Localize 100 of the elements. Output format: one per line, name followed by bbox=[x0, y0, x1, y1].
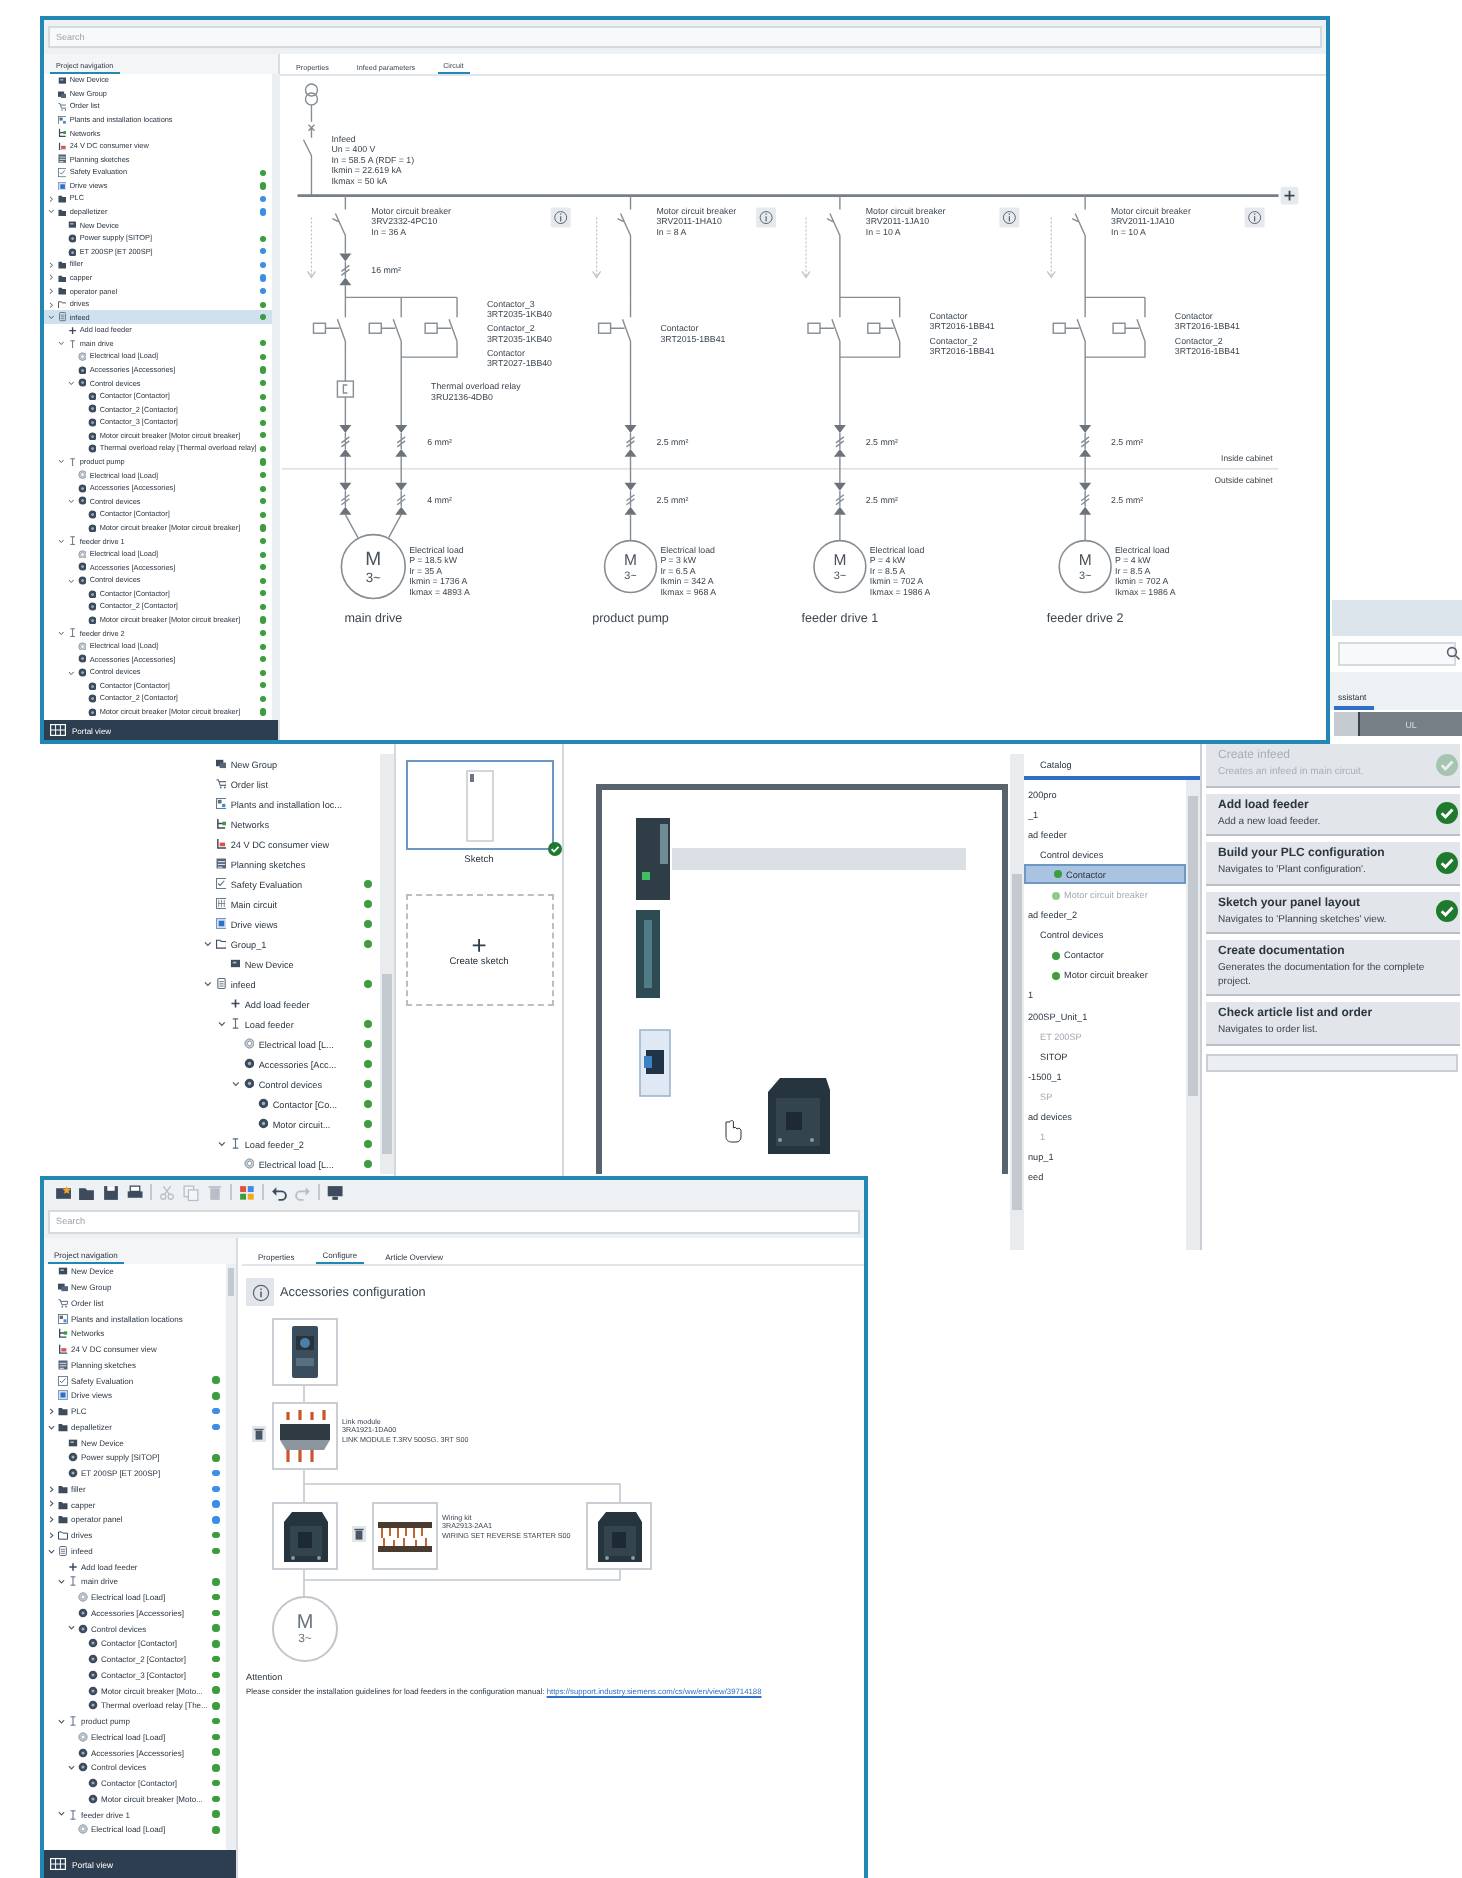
screen-icon bbox=[58, 1390, 68, 1401]
title-bar bbox=[1332, 600, 1462, 636]
contactor-image[interactable] bbox=[586, 1502, 652, 1570]
floor-plan-icon bbox=[57, 115, 67, 125]
chevron-icon[interactable] bbox=[218, 1020, 226, 1028]
feeder-icon bbox=[229, 1018, 241, 1030]
chevron-icon[interactable] bbox=[48, 1547, 55, 1555]
print-button[interactable] bbox=[126, 1183, 144, 1201]
chevron-icon[interactable] bbox=[218, 1140, 226, 1148]
apps-button[interactable] bbox=[238, 1183, 256, 1201]
network-icon bbox=[57, 128, 67, 138]
chevron-icon[interactable] bbox=[48, 1531, 55, 1539]
delete-button[interactable] bbox=[352, 1526, 366, 1542]
cart-icon bbox=[57, 102, 67, 112]
chevron-icon[interactable] bbox=[68, 498, 75, 505]
info-button[interactable] bbox=[756, 207, 777, 228]
chevron-icon[interactable] bbox=[48, 1485, 55, 1493]
feeder-icon bbox=[68, 1716, 78, 1727]
search-icon bbox=[1446, 646, 1460, 660]
ring-icon bbox=[243, 1038, 255, 1050]
cpu-module[interactable] bbox=[636, 818, 670, 900]
feeder-icon bbox=[67, 628, 77, 638]
link-module-image[interactable] bbox=[272, 1402, 338, 1470]
plus-icon bbox=[68, 1561, 78, 1572]
chevron-icon[interactable] bbox=[58, 340, 65, 347]
open-button[interactable] bbox=[78, 1183, 96, 1201]
chevron-icon[interactable] bbox=[48, 301, 55, 308]
devices-icon bbox=[58, 1282, 68, 1293]
scrollbar[interactable] bbox=[1010, 754, 1024, 1250]
floor-plan-icon bbox=[58, 1313, 68, 1324]
device-icon bbox=[57, 75, 67, 86]
connector-line bbox=[303, 1385, 305, 1403]
scrollbar[interactable] bbox=[1186, 780, 1200, 1250]
scrollbar[interactable] bbox=[226, 1264, 236, 1850]
chevron-icon[interactable] bbox=[58, 1810, 65, 1818]
info-button[interactable] bbox=[1244, 207, 1265, 228]
ring-icon bbox=[243, 1158, 255, 1170]
wiring-kit-image[interactable] bbox=[372, 1502, 438, 1570]
chevron-icon[interactable] bbox=[48, 1407, 55, 1415]
plus-icon bbox=[67, 325, 77, 336]
sketch-icon bbox=[215, 858, 227, 870]
sketch-icon bbox=[58, 1359, 68, 1370]
undo-button[interactable] bbox=[270, 1183, 288, 1201]
ring-icon bbox=[78, 1824, 88, 1835]
monitor-button[interactable] bbox=[326, 1183, 344, 1201]
plus-button[interactable] bbox=[1280, 186, 1299, 205]
feeder-icon bbox=[67, 536, 77, 546]
info-icon bbox=[246, 1278, 274, 1306]
power-icon bbox=[58, 1344, 68, 1355]
ring-icon bbox=[78, 1731, 88, 1742]
info-button[interactable] bbox=[999, 207, 1020, 228]
chevron-icon[interactable] bbox=[48, 208, 55, 216]
screen-icon bbox=[57, 181, 67, 191]
chevron-icon[interactable] bbox=[68, 577, 75, 584]
chevron-icon[interactable] bbox=[48, 195, 55, 203]
chevron-icon[interactable] bbox=[204, 940, 212, 948]
chevron-icon[interactable] bbox=[68, 1624, 75, 1632]
cabinet-icon bbox=[57, 312, 67, 322]
contactor-device[interactable] bbox=[768, 1078, 830, 1154]
device-icon bbox=[58, 1266, 68, 1277]
chevron-icon[interactable] bbox=[68, 379, 75, 387]
breaker-device[interactable] bbox=[639, 1029, 671, 1097]
length-arrow bbox=[1046, 216, 1056, 279]
screen-icon bbox=[215, 918, 227, 930]
chevron-icon[interactable] bbox=[48, 261, 55, 268]
chevron-icon[interactable] bbox=[48, 274, 55, 282]
chevron-icon[interactable] bbox=[68, 669, 75, 676]
chevron-icon[interactable] bbox=[48, 287, 55, 295]
device-icon bbox=[229, 958, 241, 970]
length-arrow bbox=[592, 216, 602, 279]
contactor-image[interactable] bbox=[272, 1502, 338, 1570]
search-field[interactable] bbox=[1338, 642, 1456, 666]
chevron-icon[interactable] bbox=[48, 1423, 55, 1431]
scrollbar[interactable] bbox=[1206, 1053, 1458, 1071]
grid-icon bbox=[50, 724, 66, 736]
chevron-icon[interactable] bbox=[48, 314, 55, 321]
norm-segment[interactable] bbox=[1334, 712, 1360, 736]
info-button[interactable] bbox=[550, 207, 571, 228]
ring-icon bbox=[78, 1592, 88, 1603]
chevron-icon[interactable] bbox=[68, 1764, 75, 1772]
chevron-icon[interactable] bbox=[232, 1080, 240, 1088]
circuit-icon bbox=[215, 898, 227, 910]
folder-icon bbox=[215, 938, 227, 950]
chevron-icon[interactable] bbox=[48, 1516, 55, 1524]
chevron-icon[interactable] bbox=[58, 1717, 65, 1725]
scrollbar[interactable] bbox=[380, 754, 394, 1174]
checklist-icon bbox=[57, 168, 67, 178]
chevron-icon[interactable] bbox=[48, 1500, 55, 1508]
floor-plan-icon bbox=[215, 798, 227, 810]
length-arrow bbox=[306, 216, 317, 279]
new-project-button[interactable] bbox=[54, 1183, 72, 1201]
chevron-icon[interactable] bbox=[204, 980, 212, 988]
delete-button[interactable] bbox=[252, 1426, 266, 1442]
infeed-symbol bbox=[302, 83, 319, 197]
chevron-icon[interactable] bbox=[58, 1578, 65, 1586]
feeder-icon bbox=[67, 339, 77, 349]
breaker-image[interactable] bbox=[272, 1318, 338, 1386]
save-button[interactable] bbox=[102, 1183, 120, 1201]
hand-cursor-icon bbox=[725, 1120, 742, 1143]
device-icon bbox=[67, 220, 77, 230]
